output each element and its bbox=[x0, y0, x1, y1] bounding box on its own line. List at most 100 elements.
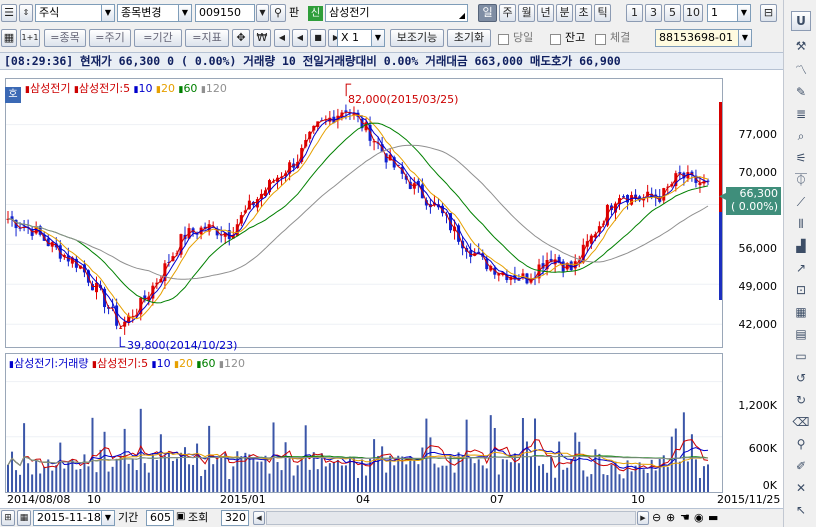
grid-icon[interactable]: ▦ bbox=[1, 29, 17, 47]
scroll-left-icon[interactable]: ◀ bbox=[253, 511, 265, 525]
arrow-cursor-icon[interactable]: ↖ bbox=[792, 502, 810, 518]
tab-tick[interactable]: 틱 bbox=[594, 4, 611, 22]
corner-dropdown-icon[interactable]: ◢ bbox=[459, 12, 465, 20]
eraser-icon[interactable]: ⌫ bbox=[792, 414, 810, 430]
hand-icon[interactable]: ☚ bbox=[680, 511, 690, 524]
tab-second[interactable]: 초 bbox=[575, 4, 592, 22]
volume-bar bbox=[630, 471, 633, 492]
magnifier-doc-icon[interactable]: ⌕ bbox=[792, 128, 810, 144]
zoom-in-icon[interactable]: ⊕ bbox=[666, 511, 675, 524]
minute-select[interactable]: 1 ▼ bbox=[707, 4, 751, 22]
search-icon[interactable]: ⚲ bbox=[270, 4, 286, 22]
volume-bar bbox=[505, 459, 508, 492]
stock-change-select[interactable]: 종목변경 ▼ bbox=[117, 4, 192, 22]
volume-tick: 1,200K bbox=[738, 399, 777, 412]
export-icon[interactable]: ⊡ bbox=[792, 282, 810, 298]
grid-view-icon[interactable]: ▦ bbox=[792, 304, 810, 320]
auto-icon[interactable]: ⚟ bbox=[792, 150, 810, 166]
slider-icon[interactable]: ▬ bbox=[708, 511, 718, 524]
volume-legend: ▮삼성전기:거래량 ▮삼성전기:5 ▮10 ▮20 ▮60 ▮120 bbox=[9, 355, 245, 371]
volume-bar bbox=[469, 458, 472, 492]
prev-icon[interactable]: ◀ bbox=[292, 29, 308, 47]
executed-checkbox[interactable] bbox=[595, 34, 606, 45]
expand-icon[interactable]: ⊞ bbox=[1, 510, 15, 526]
candle-auto-icon[interactable]: ⏁ bbox=[792, 172, 810, 188]
reset-button[interactable]: 초기화 bbox=[447, 29, 491, 47]
volume-bar bbox=[441, 465, 444, 492]
same-period-button[interactable]: =주기 bbox=[89, 29, 131, 47]
move-cross-icon[interactable]: ✥ bbox=[232, 29, 250, 47]
volume-bar bbox=[63, 468, 66, 492]
chevron-down-icon[interactable]: ▼ bbox=[738, 30, 751, 46]
chevron-down-icon[interactable]: ▼ bbox=[178, 5, 191, 21]
minute-3-button[interactable]: 3 bbox=[645, 4, 662, 22]
multiplier-select[interactable]: X 1 ▼ bbox=[337, 29, 385, 47]
spin-icon[interactable]: ⇕ bbox=[19, 4, 33, 22]
minute-10-button[interactable]: 10 bbox=[683, 4, 703, 22]
period-input[interactable]: 605 bbox=[146, 510, 174, 526]
stock-code-input[interactable]: 009150 bbox=[195, 4, 255, 22]
cross-icon[interactable]: ✕ bbox=[792, 480, 810, 496]
volume-bar bbox=[658, 459, 661, 492]
candle-icon[interactable]: ⫴ bbox=[792, 216, 810, 232]
pen-icon[interactable]: ✐ bbox=[792, 458, 810, 474]
code-dropdown-button[interactable]: ▼ bbox=[256, 4, 269, 22]
chart-line-icon[interactable]: 〽 bbox=[792, 62, 810, 78]
same-range-button[interactable]: =기간 bbox=[134, 29, 182, 47]
tab-tick-label: 틱 bbox=[597, 6, 608, 19]
query-input[interactable]: 320 bbox=[221, 510, 249, 526]
date-select[interactable]: 2015-11-18 ▼ bbox=[33, 510, 115, 526]
price-icon[interactable]: ≣ bbox=[792, 106, 810, 122]
undo-icon[interactable]: ↺ bbox=[792, 370, 810, 386]
lock-icon[interactable]: ⊟ bbox=[760, 4, 777, 22]
tab-year[interactable]: 년 bbox=[537, 4, 554, 22]
menu-icon[interactable]: ☰ bbox=[1, 4, 17, 22]
account-select[interactable]: 88153698-01 ▼ bbox=[655, 29, 752, 47]
price-tick: 42,000 bbox=[738, 318, 778, 331]
scroll-right-icon[interactable]: ▶ bbox=[637, 511, 649, 525]
u-button[interactable]: U bbox=[791, 11, 811, 31]
zoom-out-icon[interactable]: ⊖ bbox=[652, 511, 661, 524]
chevron-down-icon[interactable]: ▼ bbox=[101, 511, 114, 525]
volume-bar bbox=[365, 475, 368, 492]
query-icon[interactable]: ▣ bbox=[176, 511, 185, 522]
window-icon[interactable]: ▭ bbox=[792, 348, 810, 364]
chevron-down-icon[interactable]: ▼ bbox=[371, 30, 384, 46]
stock-name-field[interactable]: 삼성전기 ◢ bbox=[325, 4, 468, 22]
hoga-badge[interactable]: 호 bbox=[5, 87, 21, 103]
same-stock-button[interactable]: =종목 bbox=[44, 29, 86, 47]
bar-chart-icon[interactable]: ▟ bbox=[792, 238, 810, 254]
won-icon[interactable]: ₩ bbox=[253, 29, 271, 47]
same-indicator-button[interactable]: =지표 bbox=[185, 29, 229, 47]
wrench-icon[interactable]: ✎ bbox=[792, 84, 810, 100]
minute-1-button[interactable]: 1 bbox=[626, 4, 643, 22]
first-icon[interactable]: ◀ bbox=[274, 29, 290, 47]
trend-icon[interactable]: ⟋ bbox=[792, 194, 810, 210]
horizontal-scrollbar[interactable] bbox=[266, 511, 636, 525]
price-chart-pane[interactable]: 호 ▮삼성전기 ▮삼성전기:5 ▮10 ▮20 ▮60 ▮120 82,000(… bbox=[5, 78, 723, 352]
chevron-down-icon[interactable]: ▼ bbox=[101, 5, 114, 21]
search-icon[interactable]: ⚲ bbox=[792, 436, 810, 452]
aux-function-button[interactable]: 보조기능 bbox=[390, 29, 444, 47]
chevron-down-icon[interactable]: ▼ bbox=[737, 5, 750, 21]
same-day-checkbox[interactable] bbox=[498, 34, 509, 45]
tab-day[interactable]: 일 bbox=[478, 4, 497, 22]
tool-icon[interactable]: ⚒ bbox=[792, 38, 810, 54]
volume-chart-pane[interactable]: ▮삼성전기:거래량 ▮삼성전기:5 ▮10 ▮20 ▮60 ▮120 bbox=[5, 353, 723, 493]
minute-5-button[interactable]: 5 bbox=[664, 4, 681, 22]
dot-icon[interactable]: ◉ bbox=[694, 511, 704, 524]
stop-icon[interactable]: ■ bbox=[310, 29, 326, 47]
minute-1-label: 1 bbox=[631, 6, 638, 19]
volume-bar bbox=[554, 477, 557, 492]
x-tick: 2015/11/25 bbox=[717, 493, 781, 506]
one-plus-one-button[interactable]: 1+1 bbox=[20, 29, 40, 47]
tab-month[interactable]: 월 bbox=[518, 4, 535, 22]
balance-checkbox[interactable] bbox=[550, 34, 561, 45]
calendar-icon[interactable]: ▦ bbox=[17, 510, 31, 526]
line-chart-icon[interactable]: ↗ bbox=[792, 260, 810, 276]
tab-week[interactable]: 주 bbox=[499, 4, 516, 22]
tab-minute[interactable]: 분 bbox=[556, 4, 573, 22]
market-type-select[interactable]: 주식 ▼ bbox=[35, 4, 115, 22]
redo-icon[interactable]: ↻ bbox=[792, 392, 810, 408]
table-icon[interactable]: ▤ bbox=[792, 326, 810, 342]
